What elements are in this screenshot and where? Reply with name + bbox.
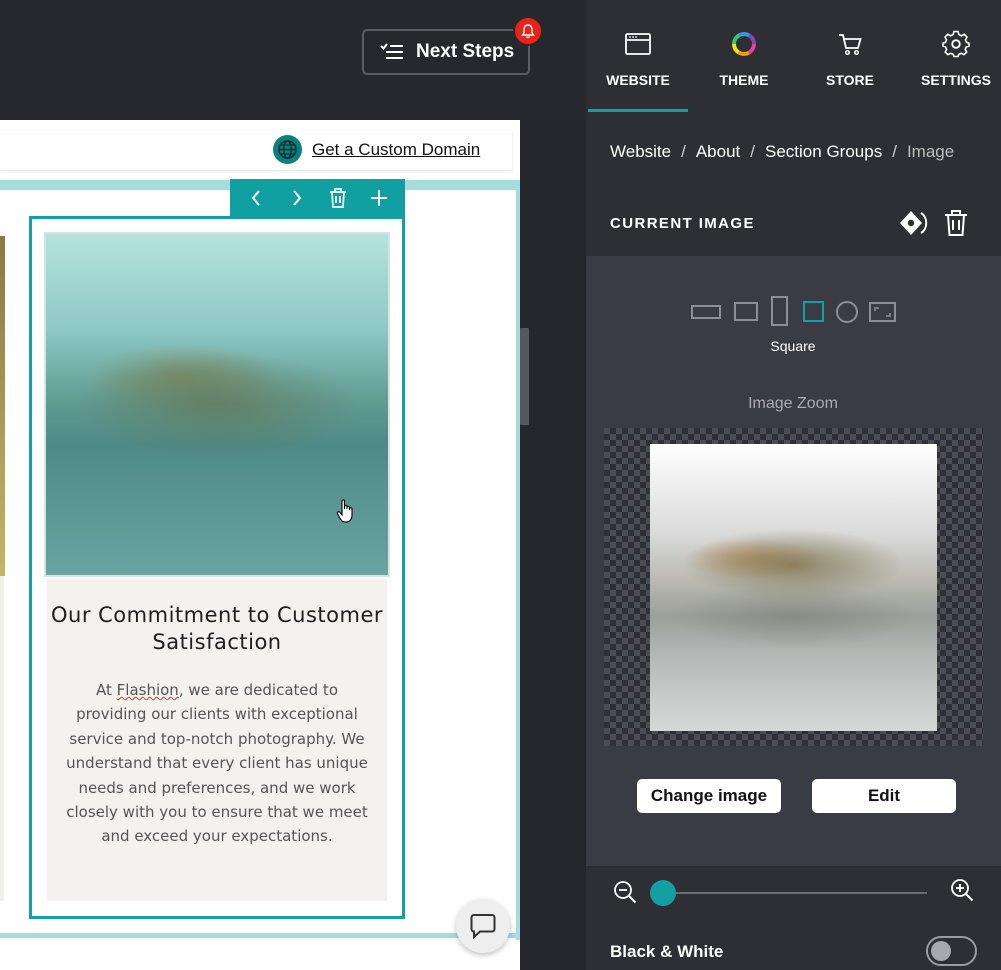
next-steps-label: Next Steps <box>416 41 515 62</box>
breadcrumb-separator: / <box>892 142 897 161</box>
active-tab-indicator <box>588 109 688 112</box>
zoom-out-icon[interactable] <box>613 880 637 904</box>
trash-icon[interactable] <box>942 208 970 238</box>
custom-domain-link[interactable]: Get a Custom Domain <box>312 140 480 160</box>
breadcrumb-separator: / <box>750 142 756 161</box>
browser-window-icon <box>625 33 651 55</box>
card-body[interactable]: At Flashion, we are dedicated to providi… <box>64 678 370 849</box>
checklist-icon <box>380 43 403 59</box>
toggle-knob[interactable] <box>931 941 951 961</box>
move-right-button[interactable] <box>280 181 314 215</box>
move-left-button[interactable] <box>239 181 273 215</box>
shape-square-option[interactable] <box>803 301 824 322</box>
edit-button[interactable]: Edit <box>812 779 956 813</box>
shape-selected-label: Square <box>770 338 816 354</box>
black-white-label: Black & White <box>610 942 724 961</box>
spellcheck-word: Flashion <box>116 681 179 699</box>
card-title[interactable]: Our Commitment to Customer Satisfaction <box>47 602 387 656</box>
card-body-prefix: At <box>96 681 117 699</box>
tab-settings[interactable]: SETTINGS <box>904 0 1001 112</box>
bell-icon <box>521 23 535 38</box>
zoom-slider-track[interactable] <box>663 892 927 894</box>
tab-website[interactable]: WEBSITE <box>586 0 690 112</box>
tab-store[interactable]: STORE <box>798 0 902 112</box>
tab-settings-label: SETTINGS <box>920 72 991 88</box>
gear-icon <box>942 30 970 58</box>
panel-tabs: WEBSITE THEME STORE SETTINGS <box>586 0 1001 112</box>
breadcrumb: Website / About / Section Groups / Image <box>610 142 954 162</box>
section-outline-bottom <box>0 933 520 938</box>
crop-corners-icon <box>874 307 891 317</box>
color-wheel-icon <box>732 32 756 56</box>
breadcrumb-section-groups[interactable]: Section Groups <box>765 142 882 161</box>
breadcrumb-image: Image <box>906 142 955 161</box>
zoom-preview-image[interactable] <box>650 444 937 731</box>
breadcrumb-website[interactable]: Website <box>610 142 671 161</box>
zoom-slider-thumb[interactable] <box>650 880 676 906</box>
hand-cursor-icon <box>336 499 353 523</box>
zoom-in-icon[interactable] <box>950 878 974 902</box>
current-image-heading: CURRENT IMAGE <box>610 215 755 232</box>
tab-website-label: WEBSITE <box>606 72 670 88</box>
card-image[interactable] <box>44 232 390 577</box>
add-card-button[interactable] <box>362 181 396 215</box>
tab-theme-label: THEME <box>719 72 769 88</box>
shape-circle-option[interactable] <box>836 301 858 323</box>
globe-icon <box>273 135 302 164</box>
trash-icon <box>329 188 346 208</box>
card-body-text: , we are dedicated to providing our clie… <box>66 681 368 846</box>
image-zoom-heading: Image Zoom <box>748 395 838 412</box>
chevron-left-icon <box>252 190 261 206</box>
change-image-button[interactable]: Change image <box>637 779 781 813</box>
breadcrumb-about[interactable]: About <box>696 142 740 161</box>
next-steps-button[interactable]: Next Steps <box>362 29 530 75</box>
previous-card-content <box>0 576 4 901</box>
shape-original-option[interactable] <box>869 302 896 322</box>
shape-panorama-option[interactable] <box>691 305 721 319</box>
card-toolbar <box>230 179 405 217</box>
notification-badge[interactable] <box>513 16 543 46</box>
tab-store-label: STORE <box>826 72 874 88</box>
chat-icon <box>470 914 496 940</box>
canvas-scrollbar[interactable] <box>520 328 529 425</box>
shopping-cart-icon <box>839 34 862 56</box>
chat-button[interactable] <box>456 899 510 953</box>
shape-landscape-option[interactable] <box>734 302 758 321</box>
focal-point-icon[interactable] <box>899 208 931 238</box>
delete-card-button[interactable] <box>321 181 355 215</box>
tab-theme[interactable]: THEME <box>692 0 796 112</box>
canvas-scroll-track <box>520 120 530 970</box>
shape-portrait-option[interactable] <box>771 296 788 326</box>
plus-icon <box>370 190 387 206</box>
chevron-right-icon <box>293 190 302 206</box>
previous-card-image[interactable] <box>0 236 5 576</box>
breadcrumb-separator: / <box>681 142 686 161</box>
